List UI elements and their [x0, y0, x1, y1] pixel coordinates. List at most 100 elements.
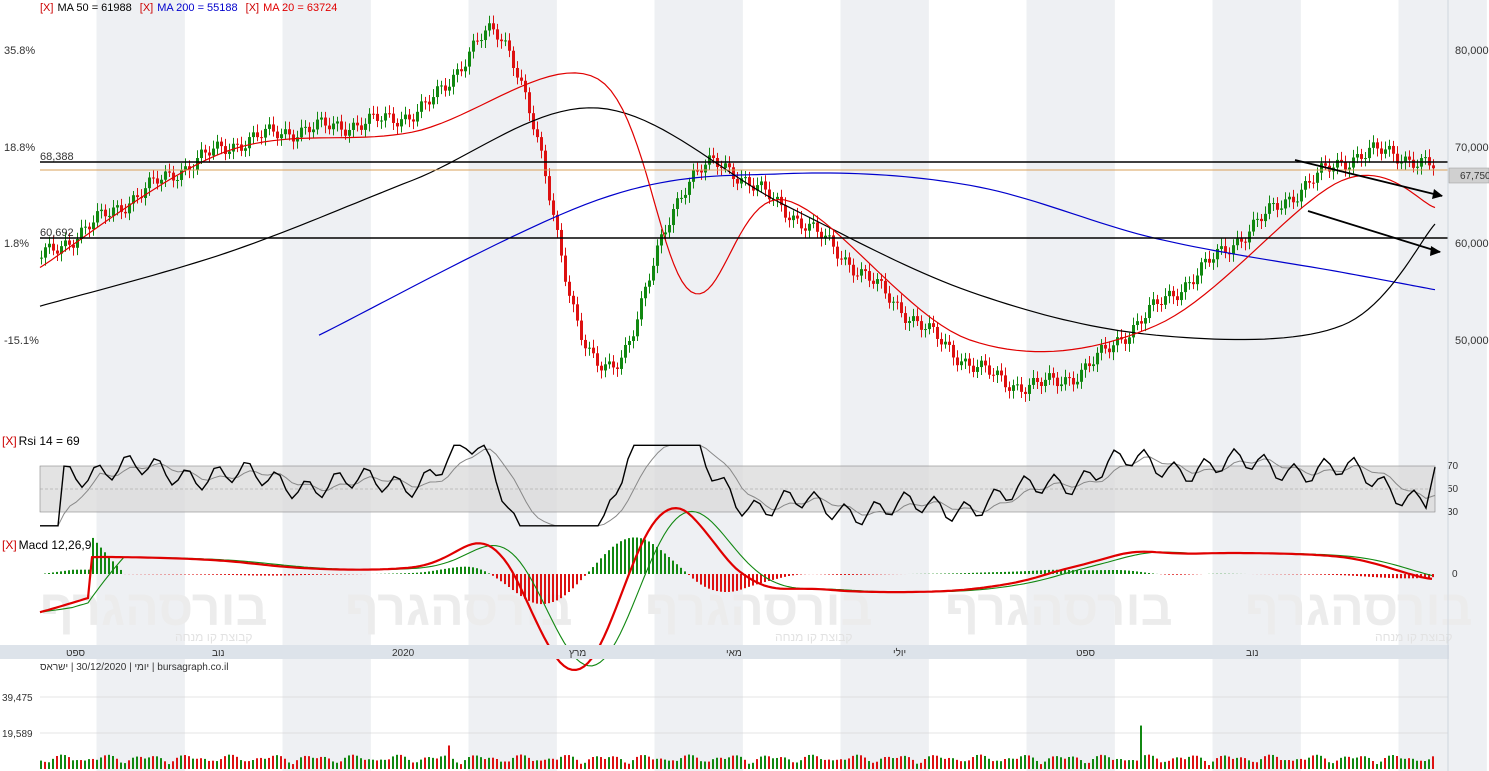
volume-bar	[416, 762, 418, 769]
candle	[44, 247, 47, 258]
volume-bar	[296, 760, 298, 769]
volume-bar	[1124, 760, 1126, 769]
volume-bar	[436, 758, 438, 769]
legend-ma50-close[interactable]: [X]	[40, 2, 53, 14]
volume-bar	[388, 759, 390, 769]
macd-histogram-bar	[500, 574, 502, 582]
volume-bar	[1160, 762, 1162, 769]
candle	[1164, 296, 1167, 305]
candle	[364, 123, 367, 130]
candle	[1272, 203, 1275, 205]
candle	[152, 177, 155, 179]
candle	[856, 275, 859, 277]
volume-bar	[360, 758, 362, 769]
candle	[1176, 296, 1179, 301]
macd-histogram-bar	[840, 574, 842, 575]
macd-histogram-bar	[836, 574, 838, 575]
macd-histogram-bar	[472, 567, 474, 574]
macd-histogram-bar	[312, 574, 314, 575]
candle	[320, 117, 323, 120]
candle	[556, 214, 559, 230]
candle	[1200, 262, 1203, 276]
percent-tick: -15.1%	[4, 335, 39, 347]
macd-histogram-bar	[292, 574, 294, 576]
volume-bar	[344, 757, 346, 769]
macd-histogram-bar	[1352, 574, 1354, 576]
volume-bar	[600, 757, 602, 769]
volume-bar	[576, 759, 578, 769]
volume-bar	[1052, 756, 1054, 769]
candle	[1300, 189, 1303, 202]
candle	[168, 171, 171, 173]
macd-histogram-bar	[1332, 574, 1334, 575]
volume-bar	[372, 759, 374, 769]
candle	[1008, 387, 1011, 391]
volume-bar	[980, 754, 982, 769]
macd-histogram-bar	[788, 574, 790, 576]
candle	[760, 181, 763, 186]
volume-bar	[1172, 758, 1174, 769]
candle	[872, 280, 875, 284]
volume-bar	[1108, 757, 1110, 769]
candle	[736, 179, 739, 184]
volume-bar	[1288, 760, 1290, 769]
volume-bar	[404, 756, 406, 769]
candle	[444, 85, 447, 91]
volume-bar	[228, 754, 230, 769]
macd-histogram-bar	[612, 546, 614, 574]
volume-bar	[420, 759, 422, 769]
candle	[1304, 181, 1307, 190]
volume-bar	[1292, 760, 1294, 769]
candle	[980, 360, 983, 368]
volume-bar	[1064, 758, 1066, 769]
volume-bar	[1304, 759, 1306, 769]
volume-bar	[132, 757, 134, 769]
candle	[1348, 167, 1351, 170]
volume-bar	[564, 755, 566, 769]
candle	[1376, 142, 1379, 149]
volume-bar	[1120, 759, 1122, 769]
candle	[1048, 373, 1051, 380]
candle	[844, 257, 847, 260]
macd-histogram-bar	[556, 574, 558, 601]
candle	[1416, 166, 1419, 168]
volume-bar	[872, 762, 874, 769]
macd-histogram-bar	[592, 567, 594, 574]
macd-histogram-bar	[268, 574, 270, 576]
volume-bar	[1044, 761, 1046, 769]
candle	[268, 124, 271, 129]
candle	[272, 124, 275, 132]
volume-bar	[1156, 758, 1158, 769]
volume-bar	[264, 758, 266, 769]
candle	[1308, 181, 1311, 183]
legend-ma200-close[interactable]: [X]	[140, 2, 153, 14]
volume-bar	[1088, 762, 1090, 769]
macd-histogram-bar	[644, 539, 646, 574]
candle	[1344, 161, 1347, 170]
legend-ma50: MA 50 = 61988	[57, 2, 131, 14]
candle	[1084, 363, 1087, 370]
macd-histogram-bar	[68, 570, 70, 574]
macd-histogram-bar	[732, 574, 734, 592]
macd-histogram-bar	[204, 574, 206, 575]
macd-histogram-bar	[468, 566, 470, 574]
macd-histogram-bar	[464, 566, 466, 574]
candle	[1108, 348, 1111, 353]
macd-histogram-bar	[308, 574, 310, 575]
volume-bar	[724, 758, 726, 769]
volume-bar	[940, 757, 942, 769]
rsi-close[interactable]: [X]	[2, 434, 17, 448]
candle	[800, 218, 803, 229]
macd-histogram-bar	[284, 574, 286, 576]
candle	[404, 114, 407, 120]
candle	[540, 137, 543, 151]
macd-histogram-bar	[724, 574, 726, 592]
volume-bar	[60, 754, 62, 769]
volume-bar	[136, 756, 138, 769]
macd-close[interactable]: [X]	[2, 538, 17, 552]
candle	[176, 179, 179, 181]
volume-bar	[876, 761, 878, 769]
macd-histogram-bar	[1092, 570, 1094, 574]
legend-ma20-close[interactable]: [X]	[246, 2, 259, 14]
macd-histogram-bar	[188, 574, 190, 575]
